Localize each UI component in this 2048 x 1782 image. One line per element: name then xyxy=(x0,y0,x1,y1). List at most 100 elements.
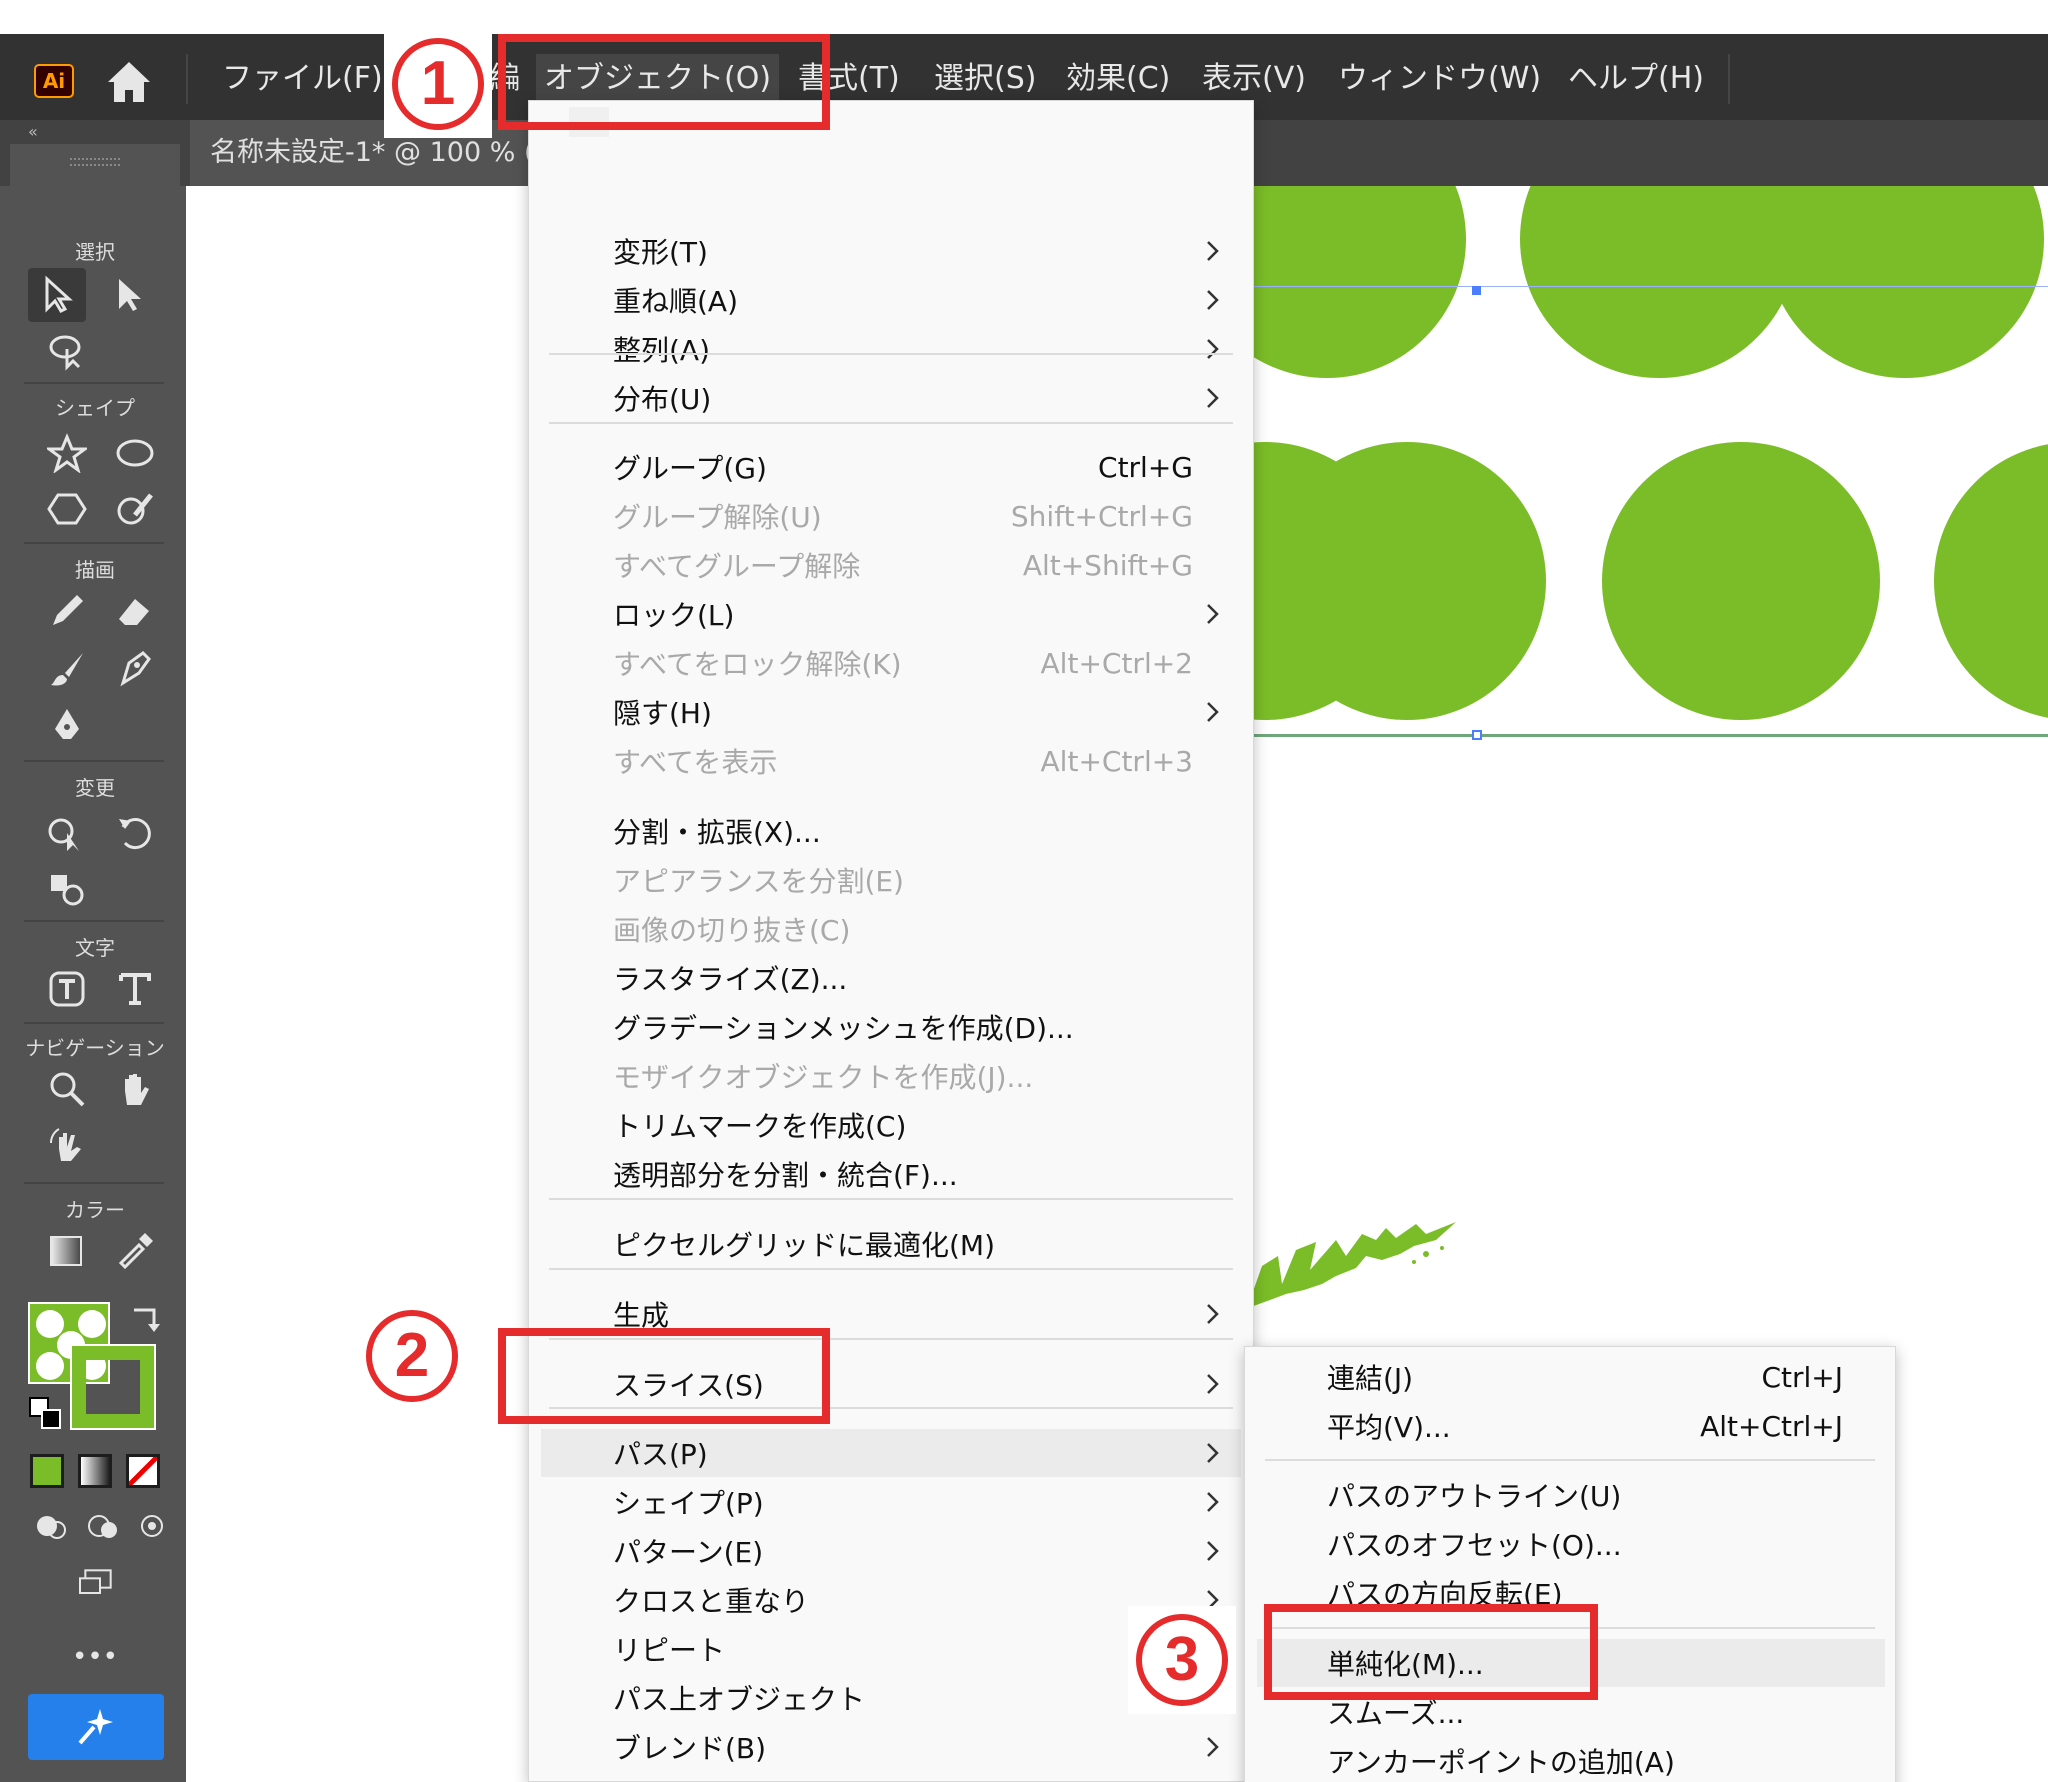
chevron-right-icon xyxy=(1207,702,1219,722)
home-icon[interactable] xyxy=(104,58,154,106)
color-mode-button[interactable] xyxy=(30,1454,64,1488)
highlight-box-step1 xyxy=(498,34,830,130)
more-tools-button[interactable]: ••• xyxy=(10,1642,180,1672)
paintbrush-tool-icon[interactable] xyxy=(38,642,96,696)
type-on-path-tool-icon[interactable] xyxy=(38,962,96,1016)
anchor-point[interactable] xyxy=(1472,730,1482,740)
none-mode-button[interactable] xyxy=(126,1454,160,1488)
menu-item[interactable]: すべてグループ解除 Alt+Shift+G xyxy=(529,541,1253,589)
menu-item[interactable]: エンベロープ(V) xyxy=(529,1772,1253,1782)
menu-item[interactable]: すべてをロック解除(K) Alt+Ctrl+2 xyxy=(529,639,1253,687)
highlight-box-step3 xyxy=(1264,1604,1598,1700)
menu-item[interactable]: モザイクオブジェクトを作成(J)... xyxy=(529,1052,1253,1100)
menu-item[interactable]: パス(P) xyxy=(541,1429,1241,1477)
chevron-right-icon xyxy=(1207,388,1219,408)
menu-item[interactable]: 分布(U) xyxy=(529,374,1253,422)
menu-item-label: パス上オブジェクト xyxy=(613,1683,866,1716)
anchor-point[interactable] xyxy=(1472,286,1481,295)
menu-help[interactable]: ヘルプ(H) xyxy=(1560,54,1712,104)
menu-item[interactable]: 隠す(H) xyxy=(529,688,1253,736)
path-submenu-dropdown: 連結(J) Ctrl+J 平均(V)... Alt+Ctrl+J パスのアウトライン(U… xyxy=(1244,1346,1896,1782)
menu-window[interactable]: ウィンドウ(W) xyxy=(1330,54,1549,104)
draw-inside-icon[interactable] xyxy=(132,1506,172,1546)
draw-normal-icon[interactable] xyxy=(30,1506,72,1546)
green-circle[interactable] xyxy=(1268,442,1546,720)
green-circle[interactable] xyxy=(1766,186,2044,378)
menu-item[interactable]: 分割・拡張(X)... xyxy=(529,807,1253,855)
rotate-tool-icon[interactable] xyxy=(106,806,164,860)
menu-item[interactable]: ピクセルグリッドに最適化(M) xyxy=(529,1220,1253,1268)
step-number: 1 xyxy=(392,38,484,130)
menu-item-label: グラデーションメッシュを作成(D)... xyxy=(613,1012,1074,1045)
menu-file[interactable]: ファイル(F) xyxy=(214,54,391,104)
pen-tool-icon[interactable] xyxy=(38,698,96,752)
default-fill-stroke-icon[interactable] xyxy=(28,1396,64,1432)
lasso-tool-icon[interactable] xyxy=(38,324,96,378)
menu-item[interactable]: グラデーションメッシュを作成(D)... xyxy=(529,1003,1253,1051)
menu-item[interactable]: トリムマークを作成(C) xyxy=(529,1101,1253,1149)
eraser-tool-icon[interactable] xyxy=(106,584,164,638)
shape-builder-tool-icon[interactable] xyxy=(38,806,96,860)
menu-item-label: リピート xyxy=(613,1634,726,1667)
menu-effect[interactable]: 効果(C) xyxy=(1058,54,1178,104)
menu-item[interactable]: パターン(E) xyxy=(529,1527,1253,1575)
zoom-tool-icon[interactable] xyxy=(38,1062,96,1116)
screen-mode-icon[interactable] xyxy=(66,1558,126,1608)
swap-fill-stroke-icon[interactable] xyxy=(126,1300,166,1340)
menu-item-label: 透明部分を分割・統合(F)... xyxy=(613,1159,958,1192)
green-circle[interactable] xyxy=(1934,442,2048,720)
star-tool-icon[interactable] xyxy=(38,426,96,480)
type-tool-icon[interactable] xyxy=(106,962,164,1016)
scale-tool-icon[interactable] xyxy=(38,862,96,916)
collapse-panel-icon[interactable]: « xyxy=(10,120,180,144)
step-badge-1: 1 xyxy=(384,30,492,138)
menu-item[interactable]: 重ね順(A) xyxy=(529,276,1253,324)
shaper-tool-icon[interactable] xyxy=(106,482,164,536)
green-circle[interactable] xyxy=(1602,442,1880,720)
menu-item[interactable]: グループ(G) Ctrl+G xyxy=(529,443,1253,491)
direct-selection-tool-icon[interactable] xyxy=(100,268,158,322)
selection-tool-icon[interactable] xyxy=(28,268,86,322)
menu-separator xyxy=(549,422,1233,424)
polygon-tool-icon[interactable] xyxy=(38,482,96,536)
menu-item[interactable]: グループ解除(U) Shift+Ctrl+G xyxy=(529,492,1253,540)
hand-tool-icon[interactable] xyxy=(106,1062,164,1116)
menu-select[interactable]: 選択(S) xyxy=(926,54,1044,104)
submenu-item[interactable]: パスのアウトライン(U) xyxy=(1245,1471,1895,1519)
menu-item[interactable]: ラスタライズ(Z)... xyxy=(529,954,1253,1002)
menu-item[interactable]: 画像の切り抜き(C) xyxy=(529,905,1253,953)
green-circle[interactable] xyxy=(1520,186,1798,378)
draw-behind-icon[interactable] xyxy=(82,1506,124,1546)
submenu-item[interactable]: パスのオフセット(O)... xyxy=(1245,1520,1895,1568)
gradient-mode-button[interactable] xyxy=(78,1454,112,1488)
gradient-tool-icon[interactable] xyxy=(38,1224,96,1278)
menu-item-label: グループ解除(U) xyxy=(613,501,822,534)
menu-item[interactable]: シェイプ(P) xyxy=(529,1478,1253,1526)
step-badge-3: 3 xyxy=(1128,1606,1236,1714)
submenu-item[interactable]: 平均(V)... Alt+Ctrl+J xyxy=(1245,1402,1895,1450)
menu-item[interactable]: ブレンド(B) xyxy=(529,1723,1253,1771)
object-menu-dropdown: 変形(T) 重ね順(A) 整列(A) 分布(U) グループ(G) Ctrl+G グループ解除… xyxy=(528,100,1254,1782)
menu-item[interactable]: 整列(A) xyxy=(529,325,1253,373)
chevron-right-icon xyxy=(1207,604,1219,624)
submenu-item[interactable]: アンカーポイントの追加(A) xyxy=(1245,1737,1895,1782)
menu-item[interactable]: ロック(L) xyxy=(529,590,1253,638)
panel-grip[interactable] xyxy=(70,158,120,166)
stroke-swatch[interactable] xyxy=(70,1344,156,1430)
menu-item-label: パターン(E) xyxy=(613,1536,764,1569)
rotate-view-tool-icon[interactable] xyxy=(38,1118,96,1172)
menu-item-label: 重ね順(A) xyxy=(613,285,739,318)
eyedropper-tool-icon[interactable] xyxy=(106,1224,164,1278)
menu-item[interactable]: 変形(T) xyxy=(529,227,1253,275)
menu-item-label: アピアランスを分割(E) xyxy=(613,865,904,898)
ellipse-tool-icon[interactable] xyxy=(106,426,164,480)
generative-ai-button[interactable] xyxy=(28,1694,164,1760)
submenu-item[interactable]: 連結(J) Ctrl+J xyxy=(1245,1353,1895,1401)
blob-brush-tool-icon[interactable] xyxy=(106,642,164,696)
menu-item[interactable]: 透明部分を分割・統合(F)... xyxy=(529,1150,1253,1198)
pencil-tool-icon[interactable] xyxy=(38,584,96,638)
chevron-right-icon xyxy=(1207,241,1219,261)
menu-view[interactable]: 表示(V) xyxy=(1194,54,1314,104)
menu-item[interactable]: アピアランスを分割(E) xyxy=(529,856,1253,904)
menu-item[interactable]: すべてを表示 Alt+Ctrl+3 xyxy=(529,737,1253,785)
